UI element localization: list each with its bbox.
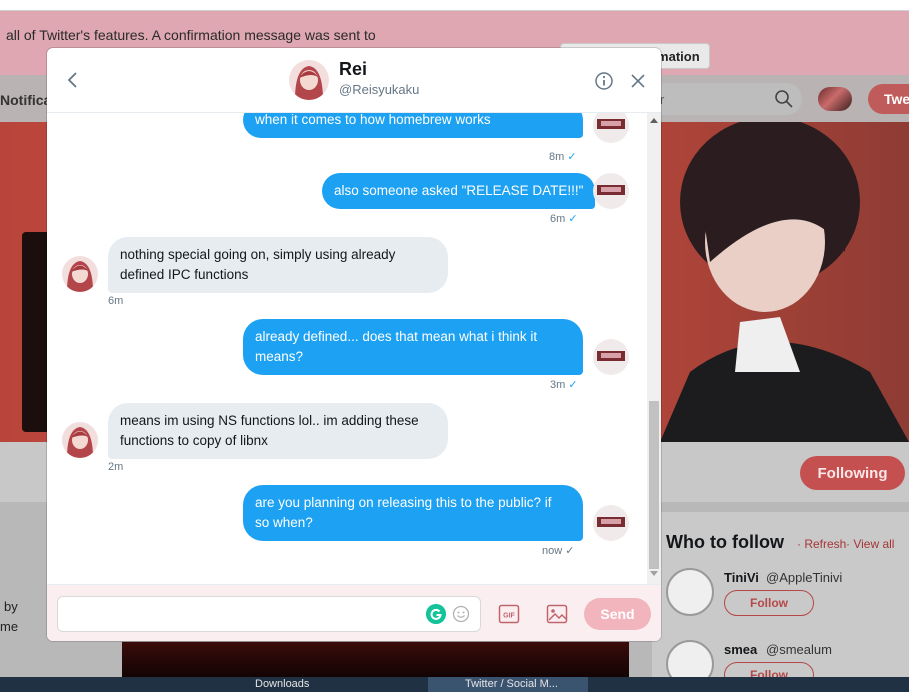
message-text-line: means im using NS functions lol.. im add…	[120, 413, 419, 428]
message-meta: now ✓	[542, 544, 574, 557]
message-meta: 3m ✓	[550, 378, 578, 391]
follow-button[interactable]: Follow	[724, 590, 814, 616]
avatar-image	[593, 173, 629, 209]
suggested-name[interactable]: TiniVi	[724, 570, 759, 585]
message-meta: 2m	[108, 461, 123, 473]
avatar[interactable]	[666, 568, 714, 616]
suggested-handle: @smealum	[766, 642, 832, 657]
back-arrow-icon[interactable]	[61, 68, 85, 92]
read-check-icon: ✓	[567, 151, 577, 163]
who-to-follow-refresh[interactable]: · Refresh	[797, 537, 846, 551]
message-input[interactable]	[57, 596, 481, 632]
contact-avatar[interactable]	[62, 422, 98, 458]
avatar-image	[593, 505, 629, 541]
who-to-follow-panel: Who to follow · Refresh · View all TiniV…	[652, 512, 909, 688]
received-message-bubble[interactable]: nothing special going on, simply using a…	[108, 237, 448, 293]
avatar-image	[593, 113, 629, 143]
avatar-image	[62, 256, 98, 292]
avatar[interactable]	[289, 60, 329, 100]
my-avatar[interactable]	[593, 113, 629, 143]
my-avatar[interactable]	[593, 173, 629, 209]
message-list[interactable]: when it comes to how homebrew works 8m ✓…	[47, 113, 647, 584]
who-to-follow-item: TiniVi @AppleTinivi Follow	[666, 568, 906, 628]
message-meta: 6m ✓	[550, 212, 578, 225]
message-time: 2m	[108, 461, 124, 473]
gif-icon[interactable]: GIF	[498, 603, 520, 625]
send-button[interactable]: Send	[584, 598, 651, 630]
message-text-line: functions to copy of libnx	[120, 433, 268, 448]
message-time: 6m	[550, 213, 566, 225]
sent-message-bubble[interactable]: are you planning on releasing this to th…	[243, 485, 583, 541]
message-meta: 8m ✓	[549, 150, 577, 163]
browser-top-strip	[0, 0, 909, 11]
banner-dark-shape	[22, 232, 50, 432]
sent-message-bubble[interactable]: already defined... does that mean what i…	[243, 319, 583, 375]
dm-header: Rei @Reisyukaku	[47, 48, 661, 113]
emoji-icon[interactable]	[452, 605, 470, 623]
suggested-name[interactable]: smea	[724, 642, 757, 657]
search-icon	[775, 90, 793, 108]
who-to-follow-view-all[interactable]: · View all	[846, 537, 894, 551]
my-avatar[interactable]	[593, 339, 629, 375]
search-input[interactable]: r	[650, 83, 802, 115]
conversation-handle: @Reisyukaku	[339, 82, 420, 97]
message-time: 6m	[108, 295, 124, 307]
left-text-2: me	[0, 619, 19, 634]
message-time: 8m	[549, 151, 565, 163]
read-check-icon: ✓	[568, 379, 578, 391]
message-text-line: means?	[255, 349, 304, 364]
left-column: by me	[0, 502, 48, 677]
received-message-bubble[interactable]: means im using NS functions lol.. im add…	[108, 403, 448, 459]
sent-check-icon: ✓	[565, 545, 575, 557]
message-text: also someone asked "RELEASE DATE!!!"	[334, 183, 584, 198]
message-composer: GIF Send	[47, 584, 661, 641]
gif-label: GIF	[503, 613, 515, 620]
taskbar-label-browser[interactable]: Twitter / Social M...	[465, 678, 558, 690]
message-scrollbar[interactable]	[647, 113, 661, 584]
read-check-icon: ✓	[568, 213, 578, 225]
who-to-follow-title: Who to follow	[666, 532, 784, 552]
message-text-line: already defined... does that mean what i…	[255, 329, 538, 344]
avatar-image	[593, 339, 629, 375]
sent-message-bubble[interactable]: also someone asked "RELEASE DATE!!!"	[322, 173, 596, 209]
sent-message-bubble[interactable]: when it comes to how homebrew works	[243, 113, 583, 138]
os-taskbar: Downloads Twitter / Social M...	[0, 677, 909, 692]
scroll-down-arrow-icon[interactable]	[650, 571, 658, 576]
message-text-line: so when?	[255, 515, 313, 530]
following-button[interactable]: Following	[800, 456, 905, 490]
suggested-handle: @AppleTinivi	[766, 570, 843, 585]
left-text-1: by	[4, 599, 18, 614]
info-icon[interactable]	[594, 71, 614, 91]
message-time: 3m	[550, 379, 566, 391]
conversation-name: Rei	[339, 59, 368, 79]
avatar-image	[62, 422, 98, 458]
my-avatar[interactable]	[593, 505, 629, 541]
timeline-image	[122, 642, 629, 677]
dm-conversation-modal: Rei @Reisyukaku when it comes to how hom…	[47, 48, 661, 641]
avatar-image	[289, 60, 329, 100]
message-text-line: defined IPC functions	[120, 267, 249, 282]
image-icon[interactable]	[546, 603, 568, 625]
taskbar-label-downloads[interactable]: Downloads	[255, 678, 309, 690]
account-avatar[interactable]	[818, 87, 852, 111]
message-text: when it comes to how homebrew works	[255, 113, 491, 127]
tweet-button[interactable]: Twe	[868, 84, 909, 114]
contact-avatar[interactable]	[62, 256, 98, 292]
message-text-line: nothing special going on, simply using a…	[120, 247, 396, 262]
message-text-line: are you planning on releasing this to th…	[255, 495, 552, 510]
close-icon[interactable]	[628, 71, 648, 91]
confirmation-text: all of Twitter's features. A confirmatio…	[6, 27, 376, 43]
scroll-thumb[interactable]	[649, 401, 659, 569]
message-time: now	[542, 545, 563, 557]
banner-illustration	[660, 122, 909, 442]
grammarly-icon[interactable]	[426, 604, 446, 624]
scroll-up-arrow-icon[interactable]	[650, 118, 658, 123]
message-meta: 6m	[108, 295, 123, 307]
